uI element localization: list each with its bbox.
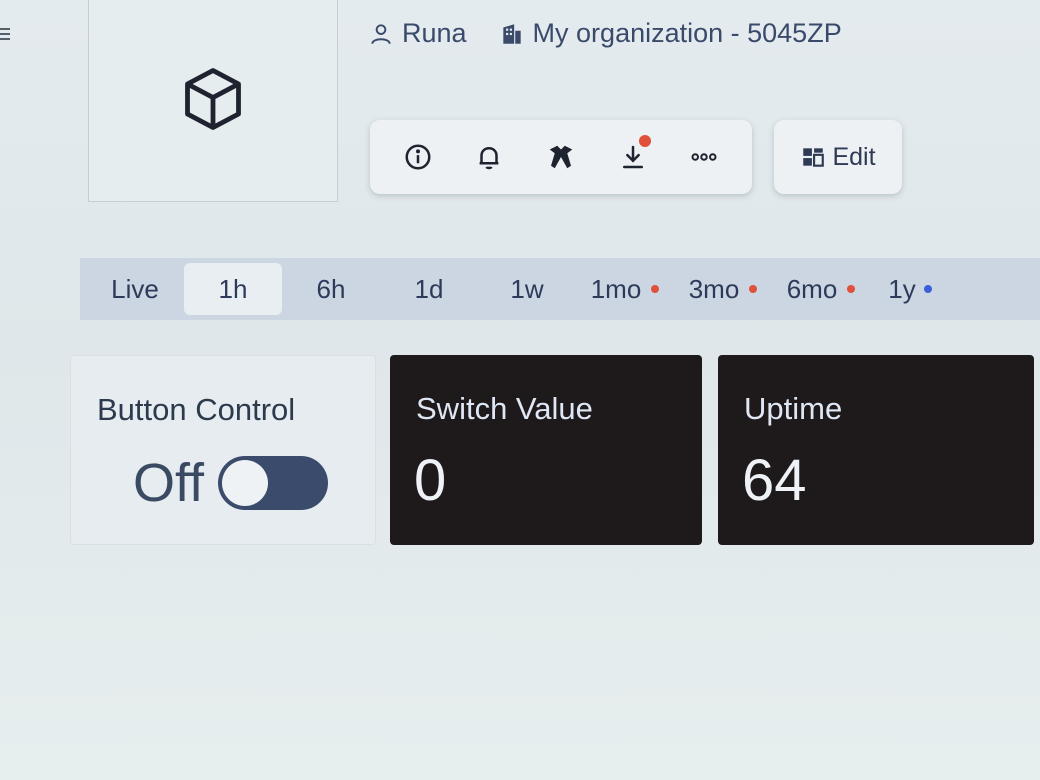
range-1mo[interactable]: 1mo [576,263,674,315]
cube-icon [185,68,241,130]
notification-dot [638,135,651,147]
user-icon [371,23,391,44]
switch-value-widget: Switch Value 0 [390,355,702,545]
range-label: 3mo [688,273,740,304]
range-1h[interactable]: 1h [184,263,282,315]
widget-title: Switch Value [416,391,593,426]
range-6h[interactable]: 6h [282,263,380,315]
range-label: 1w [510,273,544,304]
uptime-widget: Uptime 64 [718,355,1034,545]
premium-dot [847,285,856,293]
range-live[interactable]: Live [86,263,184,315]
widget-title: Button Control [97,392,296,427]
organization-link[interactable]: My organization - 5045ZP [499,18,842,49]
button-control-widget: Button Control Off [70,355,376,545]
device-toolbar [370,120,752,194]
range-label: 1d [414,273,444,304]
edit-dashboard-icon [803,148,825,167]
premium-dot [749,285,758,293]
tools-button[interactable] [539,135,583,179]
premium-dot [923,285,932,293]
user-name: Runa [402,18,467,48]
user-link[interactable]: Runa [368,18,467,49]
range-label: 6h [316,273,346,304]
device-header: Runa My organization - 5045ZP [368,18,874,49]
info-icon [405,144,431,170]
range-label: 6mo [786,273,838,304]
building-icon [502,23,521,44]
widget-title: Uptime [744,391,843,426]
range-1y[interactable]: 1y [870,263,950,315]
more-button[interactable] [682,135,726,179]
device-image [88,0,338,202]
edit-label: Edit [832,142,876,171]
range-3mo[interactable]: 3mo [674,263,772,315]
time-range-selector: Live 1h 6h 1d 1w 1mo 3mo 6mo 1y [80,258,1040,320]
widget-value: 64 [742,448,807,513]
more-icon [691,153,717,161]
range-6mo[interactable]: 6mo [772,263,870,315]
premium-dot [651,285,660,293]
edit-button[interactable]: Edit [774,120,902,194]
range-1w[interactable]: 1w [478,263,576,315]
widget-value: 0 [414,448,447,513]
menu-icon[interactable] [0,28,10,42]
organization-name: My organization - 5045ZP [532,18,842,48]
tools-icon [549,145,573,169]
power-toggle[interactable] [218,456,329,510]
toggle-knob [222,460,269,506]
download-button[interactable] [611,135,655,179]
bell-icon [480,147,499,170]
range-label: Live [111,273,159,304]
info-button[interactable] [396,135,440,179]
range-label: 1mo [590,273,642,304]
notifications-button[interactable] [467,135,511,179]
toggle-state-label: Off [133,453,205,513]
toggle-row: Off [133,452,329,514]
range-label: 1y [888,273,916,304]
range-1d[interactable]: 1d [380,263,478,315]
range-label: 1h [218,273,248,304]
